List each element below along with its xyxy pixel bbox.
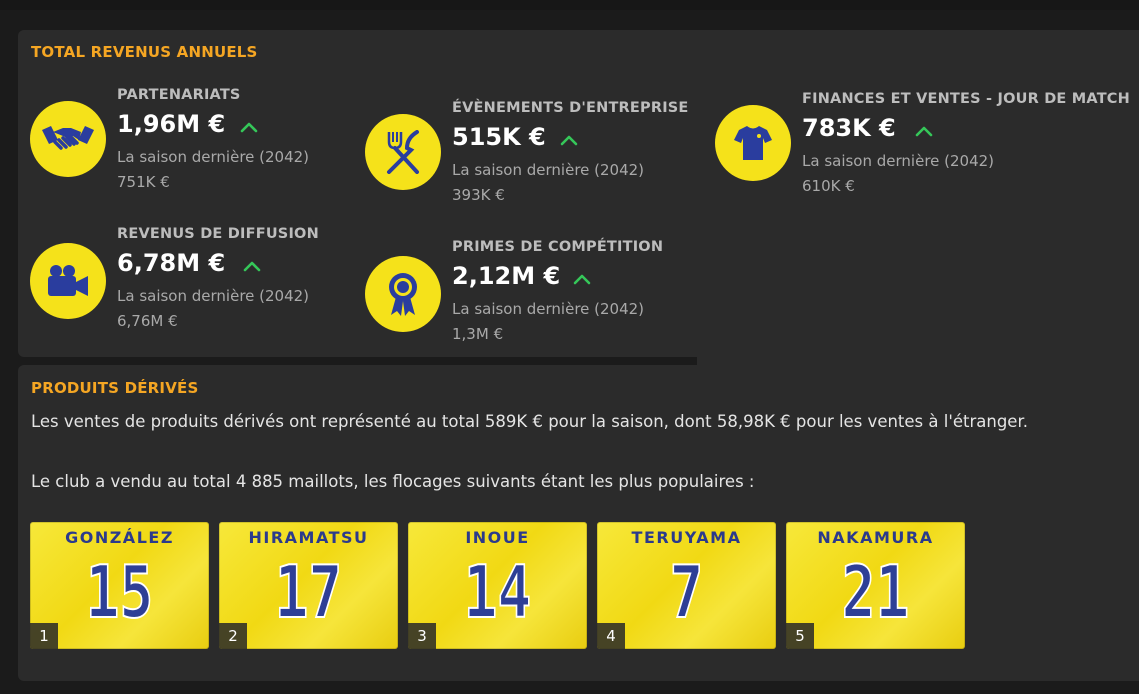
shirt-number: 14 [463,550,532,634]
cutlery-icon [365,114,441,190]
kpi-prev-label: La saison dernière (2042) [452,161,645,179]
kpi-prev-label: La saison dernière (2042) [452,300,645,318]
shirt-rank: 2 [219,623,247,649]
merchandise-sales-text: Les ventes de produits dérivés ont repré… [31,412,1028,431]
trend-up-icon [573,274,591,285]
award-ribbon-icon [365,256,441,332]
shirt-card[interactable]: NAKAMURA 21 5 [786,522,965,649]
shirt-name: NAKAMURA [817,528,934,547]
shirt-card[interactable]: INOUE 14 3 [408,522,587,649]
trend-up-icon [560,135,578,146]
annual-revenue-panel-extension [697,340,1139,365]
merchandise-title: PRODUITS DÉRIVÉS [31,379,199,397]
shirt-rank: 5 [786,623,814,649]
shirt-rank: 4 [597,623,625,649]
shirt-name: HIRAMATSU [248,528,369,547]
kpi-label: FINANCES ET VENTES - JOUR DE MATCH [802,91,1130,107]
top-bar [0,0,1139,10]
kpi-label: PRIMES DE COMPÉTITION [452,239,664,255]
kpi-prev-value: 751K € [117,173,170,191]
kpi-value: 783K € [802,114,896,142]
kpi-prev-value: 6,76M € [117,312,178,330]
handshake-icon [30,101,106,177]
annual-revenue-title: TOTAL REVENUS ANNUELS [31,43,258,61]
shirt-number: 15 [85,550,154,634]
trend-up-icon [243,261,261,272]
kpi-label: ÉVÈNEMENTS D'ENTREPRISE [452,100,689,116]
shirt-rank: 1 [30,623,58,649]
kpi-prev-value: 393K € [452,186,505,204]
trend-up-icon [915,126,933,137]
kpi-prev-label: La saison dernière (2042) [117,287,310,305]
kpi-prev-value: 610K € [802,177,855,195]
shirt-card[interactable]: TERUYAMA 7 4 [597,522,776,649]
video-camera-icon [30,243,106,319]
shirt-card[interactable]: GONZÁLEZ 15 1 [30,522,209,649]
kpi-label: REVENUS DE DIFFUSION [117,226,319,242]
kpi-prev-label: La saison dernière (2042) [117,148,310,166]
kpi-prev-label: La saison dernière (2042) [802,152,995,170]
shirt-name: GONZÁLEZ [65,528,174,547]
shirt-name: INOUE [465,528,530,547]
kpi-value: 6,78M € [117,249,226,277]
kpi-value: 2,12M € [452,262,561,290]
kpi-value: 515K € [452,123,546,151]
shirt-number: 17 [274,550,343,634]
shirt-number: 21 [841,550,910,634]
shirt-number: 7 [669,550,704,634]
kpi-prev-value: 1,3M € [452,325,504,343]
shirt-rank: 3 [408,623,436,649]
kpi-label: PARTENARIATS [117,87,241,103]
merchandise-shirts-text: Le club a vendu au total 4 885 maillots,… [31,472,755,491]
trend-up-icon [240,122,258,133]
shirt-name: TERUYAMA [631,528,742,547]
shirt-card[interactable]: HIRAMATSU 17 2 [219,522,398,649]
kpi-value: 1,96M € [117,110,226,138]
shirt-icon [715,105,791,181]
